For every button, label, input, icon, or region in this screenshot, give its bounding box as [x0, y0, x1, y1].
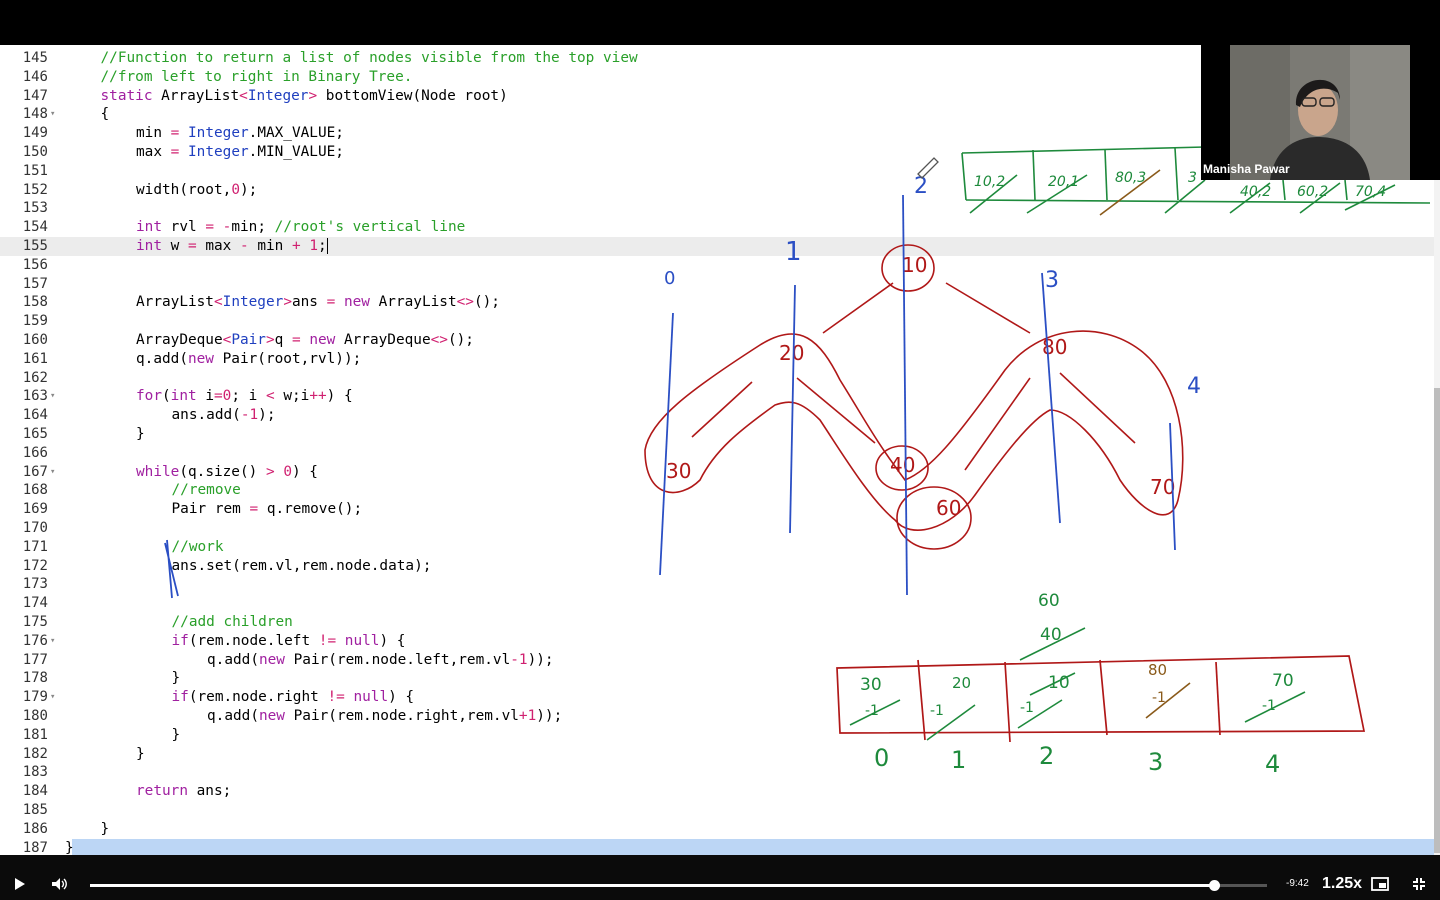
- answer-indices: 0 1 2 3 4: [874, 742, 1280, 778]
- above-answer-40: 40: [1040, 625, 1062, 645]
- queue-cell-4: 40,2: [1240, 184, 1271, 200]
- vline-1: [789, 284, 796, 534]
- answer-value-4: 70: [1272, 671, 1294, 691]
- vline-0: [659, 312, 674, 576]
- answer-initial-4: -1: [1262, 698, 1276, 714]
- tree-node-labels: 10 20 30 40 60 80 70: [666, 253, 1175, 520]
- vertical-lines: [164, 194, 1176, 599]
- node-10: 10: [902, 253, 927, 277]
- answer-array-box: [836, 655, 1366, 743]
- playback-rate-button[interactable]: 1.25x: [1322, 875, 1362, 893]
- answer-index-2: 2: [1039, 742, 1054, 770]
- progress-fill: [90, 884, 1215, 887]
- col-label-3: 3: [1045, 268, 1059, 293]
- edge-80-70: [1059, 372, 1136, 444]
- node-40: 40: [890, 453, 915, 477]
- edge-10-20: [822, 282, 894, 334]
- answer-initial-0: -1: [865, 703, 879, 719]
- node-30: 30: [666, 459, 691, 483]
- volume-icon: [52, 878, 67, 890]
- answer-index-0: 0: [874, 744, 889, 772]
- answer-value-2: 10: [1048, 673, 1070, 693]
- exit-fullscreen-button[interactable]: [1412, 877, 1426, 896]
- answer-index-4: 4: [1265, 750, 1280, 778]
- progress-handle[interactable]: [1209, 880, 1221, 891]
- edge-80-60: [964, 377, 1031, 471]
- picture-in-picture-icon: [1371, 877, 1389, 891]
- above-answer-60: 60: [1038, 591, 1060, 611]
- node-20: 20: [779, 341, 804, 365]
- col-label-1: 1: [785, 237, 802, 267]
- queue-cell-1: 20,1: [1048, 174, 1079, 190]
- answer-initial-3: -1: [1152, 690, 1166, 706]
- video-player-controls: -9:42 1.25x: [0, 855, 1440, 900]
- queue-cell-2: 80,3: [1115, 170, 1146, 186]
- answer-value-3: 80: [1148, 661, 1167, 679]
- progress-bar[interactable]: [90, 880, 1267, 891]
- queue-cell-0: 10,2: [974, 174, 1005, 190]
- play-button[interactable]: [13, 877, 27, 896]
- answer-strikes: [849, 627, 1306, 741]
- answer-initial-2: -1: [1020, 700, 1034, 716]
- answer-index-1: 1: [951, 746, 966, 774]
- pen-mark: [164, 539, 179, 599]
- answer-index-3: 3: [1148, 748, 1163, 776]
- exit-fullscreen-icon: [1413, 878, 1425, 890]
- queue-cell-5: 60,2: [1297, 184, 1328, 200]
- answer-value-1: 20: [952, 674, 971, 692]
- answer-value-0: 30: [860, 675, 882, 695]
- vline-3: [1041, 272, 1061, 524]
- presenter-video: [1230, 45, 1410, 180]
- queue-cell-3: 3: [1188, 170, 1197, 186]
- queue-cell-6: 70,4: [1355, 184, 1386, 200]
- presenter-image: [1230, 45, 1410, 180]
- picture-in-picture-button[interactable]: [1371, 877, 1389, 896]
- tree-edges: [644, 244, 1184, 550]
- col-label-4: 4: [1187, 374, 1201, 399]
- answer-initial-1: -1: [930, 703, 944, 719]
- node-80: 80: [1042, 335, 1067, 359]
- edge-10-80: [945, 282, 1031, 334]
- webcam-overlay: Manisha Pawar: [1201, 45, 1440, 180]
- column-labels: 0 1 2 3 4: [664, 174, 1201, 399]
- node-60: 60: [936, 496, 961, 520]
- tree-outline: [644, 330, 1184, 531]
- time-remaining: -9:42: [1286, 878, 1309, 889]
- answer-values: 30 -1 20 -1 10 -1 80 -1 70 -1 60 40: [860, 591, 1294, 719]
- play-icon: [15, 878, 25, 890]
- presenter-name: Manisha Pawar: [1203, 162, 1290, 176]
- volume-button[interactable]: [51, 877, 69, 896]
- col-label-0: 0: [664, 268, 675, 289]
